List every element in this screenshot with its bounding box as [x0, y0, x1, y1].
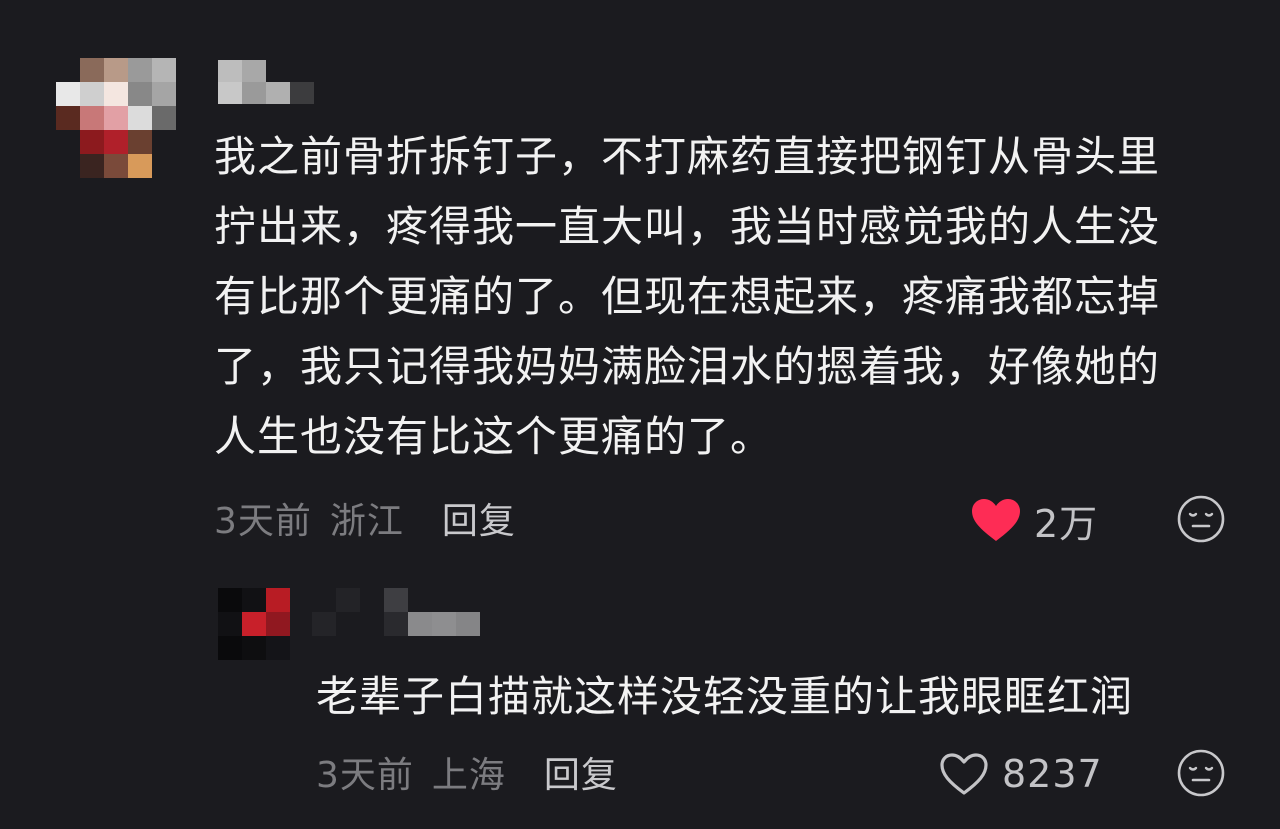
username[interactable]: [218, 60, 314, 104]
username[interactable]: [312, 588, 480, 636]
reply-button[interactable]: 回复: [442, 492, 516, 544]
comment-time: 3天前: [214, 501, 312, 542]
comment-text-line: 老辈子白描就这样没轻没重的让我眼眶红润: [316, 672, 1134, 721]
comment-meta: 3天前 上海 回复: [316, 748, 618, 796]
heart-filled-icon: [972, 499, 1020, 541]
comment-text-line: 人生也没有比这个更痛的了。: [214, 412, 774, 461]
meh-face-icon[interactable]: [1176, 748, 1226, 798]
avatar[interactable]: [218, 588, 290, 660]
like-count: 2万: [1034, 501, 1099, 546]
comment-text-line: 拧出来，疼得我一直大叫，我当时感觉我的人生没: [214, 202, 1161, 251]
comment-text: 老辈子白描就这样没轻没重的让我眼眶红润: [316, 662, 1216, 732]
like-button[interactable]: 2万: [970, 494, 1098, 546]
heart-outline-icon: [940, 753, 988, 795]
comment-text-line: 有比那个更痛的了。但现在想起来，疼痛我都忘掉: [214, 272, 1161, 321]
avatar[interactable]: [56, 58, 176, 178]
comment-text-line: 了，我只记得我妈妈满脸泪水的摁着我，好像她的: [214, 342, 1161, 391]
like-button[interactable]: 8237: [938, 748, 1103, 800]
comment-meta: 3天前 浙江 回复: [214, 494, 516, 542]
like-count: 8237: [1002, 752, 1103, 796]
reply-button[interactable]: 回复: [544, 746, 618, 798]
comment-location: 浙江: [329, 501, 404, 542]
comment-text: 我之前骨折拆钉子，不打麻药直接把钢钉从骨头里 拧出来，疼得我一直大叫，我当时感觉…: [214, 122, 1234, 472]
comment-location: 上海: [431, 755, 506, 796]
comment-text-line: 我之前骨折拆钉子，不打麻药直接把钢钉从骨头里: [214, 132, 1161, 181]
comment-time: 3天前: [316, 755, 414, 796]
meh-face-icon[interactable]: [1176, 494, 1226, 544]
